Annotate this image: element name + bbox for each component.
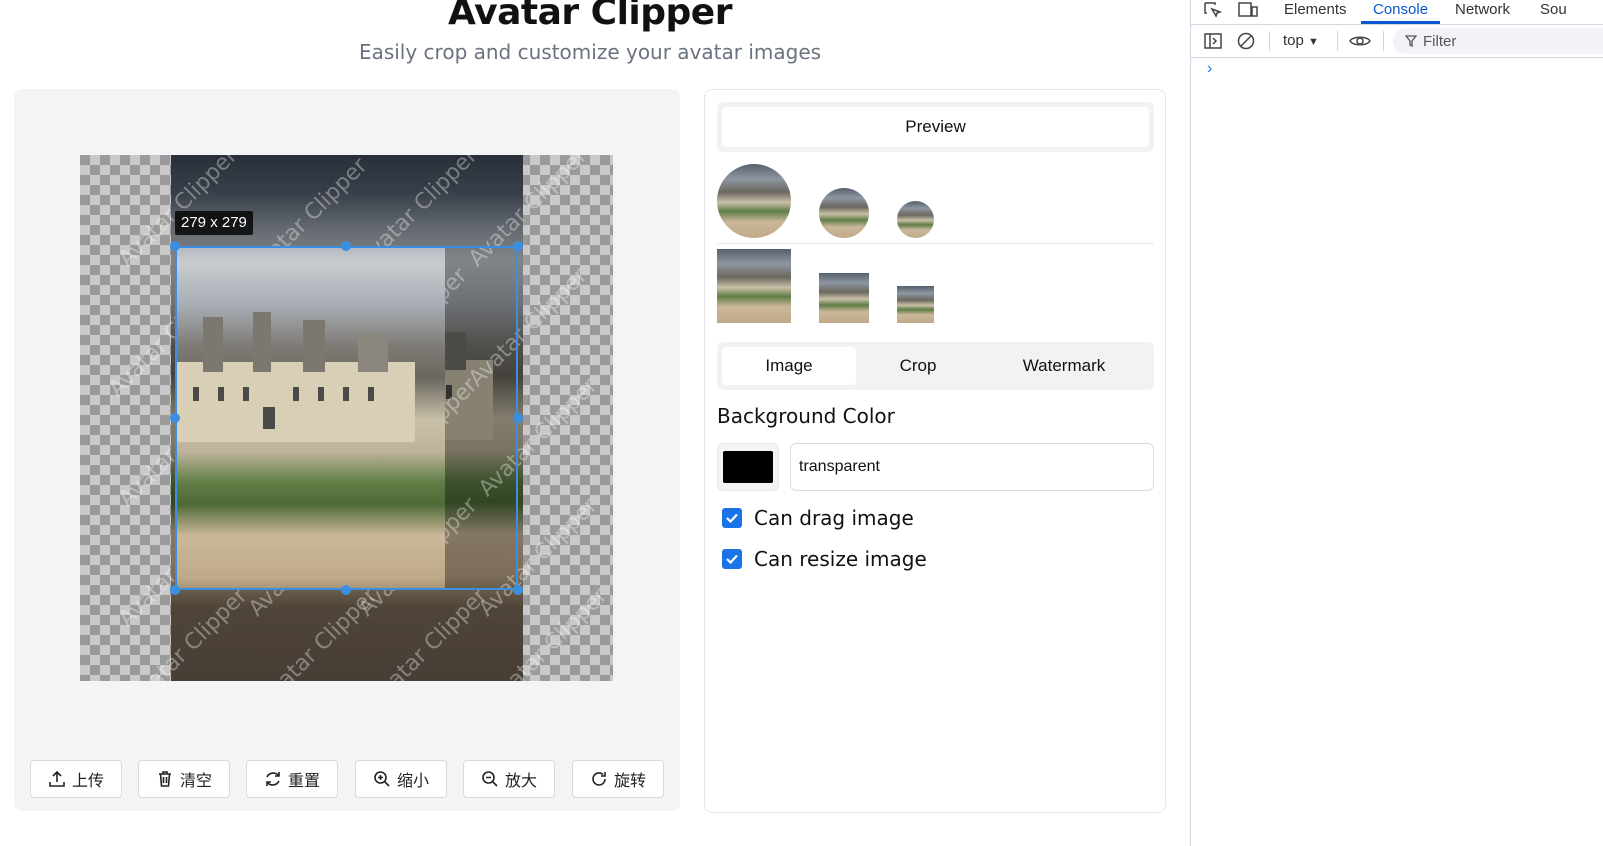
page-title: Avatar Clipper xyxy=(448,0,732,33)
preview-square-small xyxy=(897,286,934,323)
crop-handle-top-left[interactable] xyxy=(170,241,180,251)
console-filter-input[interactable]: Filter xyxy=(1393,28,1603,54)
clear-console-icon[interactable] xyxy=(1236,32,1256,50)
zoom-out-label: 缩小 xyxy=(396,771,429,790)
preview-divider xyxy=(717,243,1154,244)
crop-size-label: 279 x 279 xyxy=(175,211,253,235)
crop-handle-bottom[interactable] xyxy=(341,585,351,595)
can-resize-label: Can resize image xyxy=(754,547,927,571)
toolbar-divider xyxy=(1383,31,1384,51)
context-selector[interactable]: top ▼ xyxy=(1283,32,1319,49)
color-swatch[interactable] xyxy=(723,451,773,483)
tab-preview[interactable]: Preview xyxy=(722,107,1149,147)
devtools-panel: Elements Console Network Sou top ▼ Filte… xyxy=(1190,0,1603,846)
devtools-tabbar: Elements Console Network Sou xyxy=(1191,0,1603,25)
zoom-in-label: 放大 xyxy=(504,771,537,790)
filter-placeholder: Filter xyxy=(1423,32,1457,50)
settings-tabbar: Image Crop Watermark xyxy=(717,342,1154,390)
trash-icon xyxy=(158,771,171,787)
reset-button[interactable]: 重置 xyxy=(246,760,338,798)
crop-handle-bottom-right[interactable] xyxy=(513,585,523,595)
crop-handle-top[interactable] xyxy=(341,241,351,251)
rotate-icon xyxy=(592,772,606,786)
can-drag-label: Can drag image xyxy=(754,506,914,530)
settings-panel: Preview Image Crop Watermark Background … xyxy=(704,89,1166,813)
preview-square-medium xyxy=(819,273,869,323)
upload-icon xyxy=(49,770,65,787)
reset-label: 重置 xyxy=(287,771,320,790)
toolbar-divider xyxy=(1269,31,1270,51)
background-color-label: Background Color xyxy=(717,404,895,428)
castle-illustration xyxy=(177,312,415,442)
can-resize-checkbox-row[interactable]: Can resize image xyxy=(722,547,927,571)
background-color-input[interactable] xyxy=(790,443,1154,491)
tab-watermark[interactable]: Watermark xyxy=(987,347,1141,385)
tab-crop[interactable]: Crop xyxy=(858,347,978,385)
inspect-element-icon[interactable] xyxy=(1203,1,1223,19)
rotate-button[interactable]: 旋转 xyxy=(572,760,664,798)
can-drag-checkbox-row[interactable]: Can drag image xyxy=(722,506,914,530)
filter-icon xyxy=(1405,35,1417,47)
chevron-down-icon: ▼ xyxy=(1308,36,1319,48)
tab-image[interactable]: Image xyxy=(722,347,856,385)
refresh-icon xyxy=(266,772,280,786)
devtools-tab-console[interactable]: Console xyxy=(1361,0,1441,24)
zoom-out-button[interactable]: 缩小 xyxy=(355,760,447,798)
preview-circle-small xyxy=(897,201,934,238)
cropped-image-area[interactable] xyxy=(177,248,445,588)
devtools-tab-network[interactable]: Network xyxy=(1455,0,1510,24)
avatar-clipper-app: Avatar Clipper Easily crop and customize… xyxy=(0,0,1190,846)
can-resize-checkbox[interactable] xyxy=(722,549,742,569)
crop-handle-bottom-left[interactable] xyxy=(170,585,180,595)
color-picker[interactable] xyxy=(717,443,779,491)
crop-selection-box[interactable] xyxy=(175,246,518,590)
upload-label: 上传 xyxy=(71,771,104,790)
devtools-tab-sources[interactable]: Sou xyxy=(1540,0,1567,24)
live-expression-eye-icon[interactable] xyxy=(1348,33,1372,49)
page-subtitle: Easily crop and customize your avatar im… xyxy=(358,40,822,64)
rotate-label: 旋转 xyxy=(613,771,646,790)
zoom-in-button[interactable]: 放大 xyxy=(463,760,555,798)
preview-circle-large xyxy=(717,164,791,238)
zoom-in-icon xyxy=(374,771,390,787)
crop-handle-left[interactable] xyxy=(170,413,180,423)
crop-handle-right[interactable] xyxy=(513,413,523,423)
clear-button[interactable]: 清空 xyxy=(138,760,230,798)
preview-circle-medium xyxy=(819,188,869,238)
zoom-out-icon xyxy=(482,771,498,787)
preview-tabbar: Preview xyxy=(717,102,1154,152)
crop-handle-top-right[interactable] xyxy=(513,241,523,251)
editor-toolbar: 上传 清空 重置 缩小 放大 旋转 xyxy=(30,760,664,798)
devtools-tab-elements[interactable]: Elements xyxy=(1284,0,1347,24)
console-toolbar: top ▼ Filter xyxy=(1191,25,1603,58)
checkmark-icon xyxy=(726,513,738,524)
context-label: top xyxy=(1283,32,1304,49)
upload-button[interactable]: 上传 xyxy=(30,760,122,798)
console-prompt-icon[interactable]: › xyxy=(1207,60,1212,78)
clear-label: 清空 xyxy=(179,771,212,790)
preview-square-large xyxy=(717,249,791,323)
checkmark-icon xyxy=(726,554,738,565)
toolbar-divider xyxy=(1337,31,1338,51)
device-toolbar-icon[interactable] xyxy=(1237,1,1259,19)
can-drag-checkbox[interactable] xyxy=(722,508,742,528)
sidebar-toggle-icon[interactable] xyxy=(1203,32,1223,50)
